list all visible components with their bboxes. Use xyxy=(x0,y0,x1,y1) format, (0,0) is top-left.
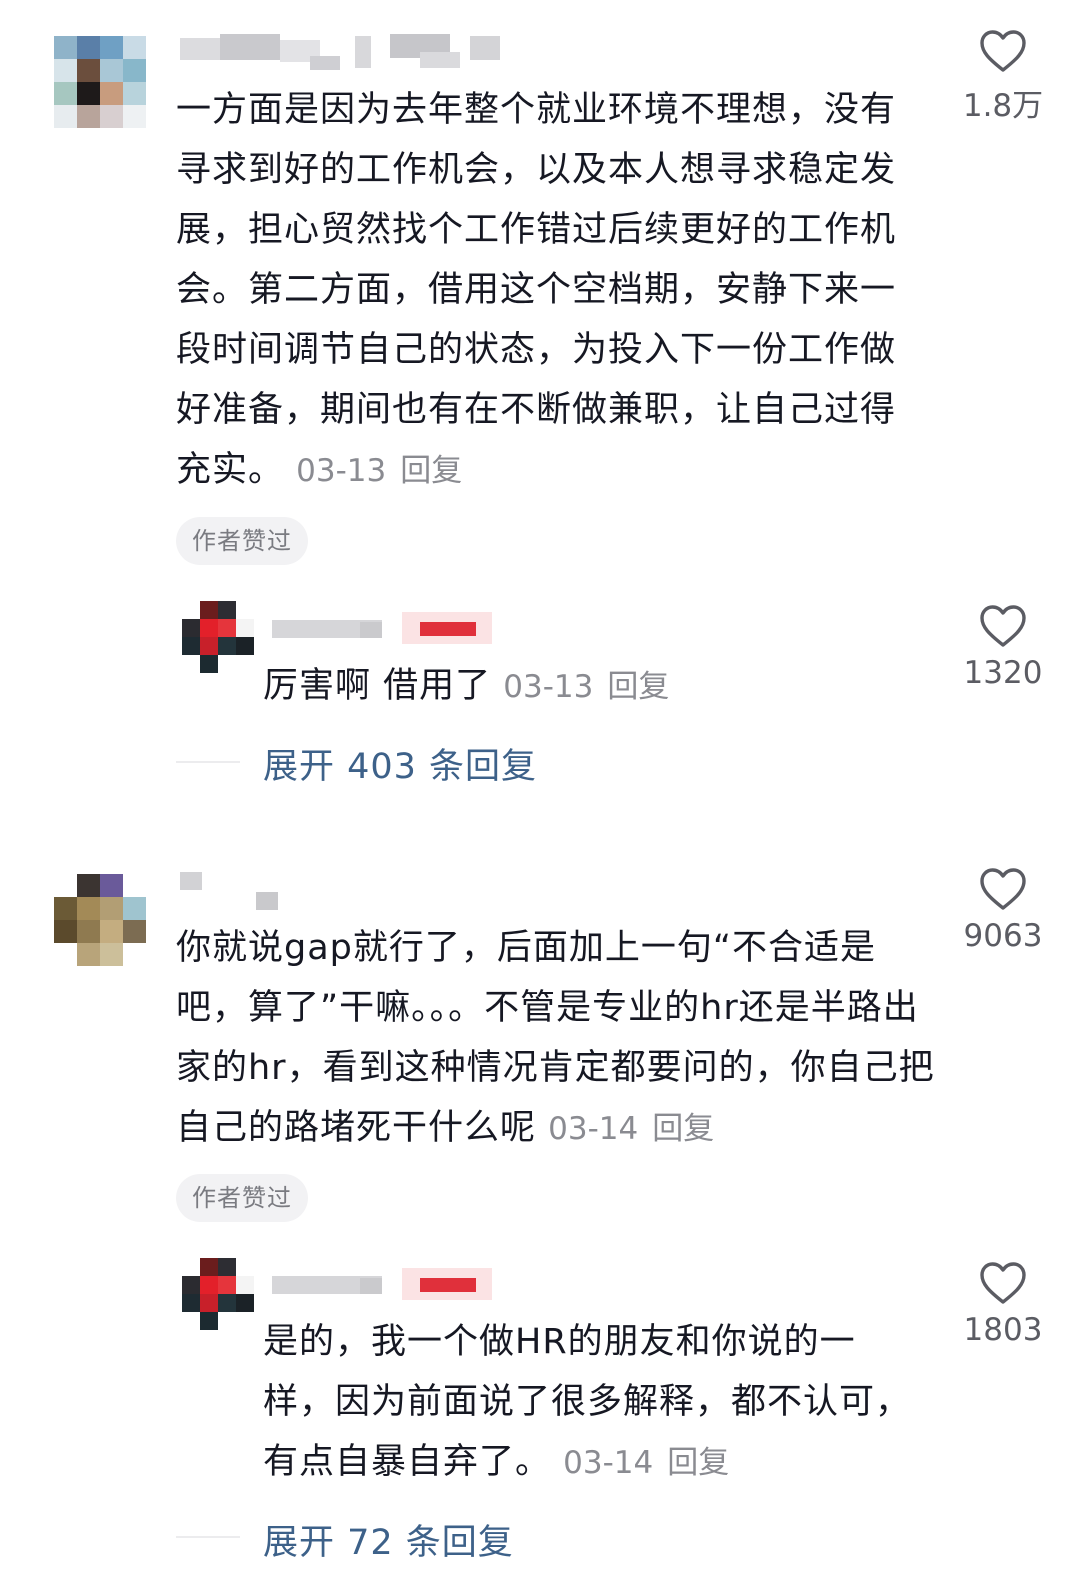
comment-text: 你就说gap就行了，后面加上一句“不合适是吧，算了”干嘛。。。不管是专业的hr还… xyxy=(176,918,936,1159)
avatar[interactable] xyxy=(182,601,254,673)
like-count: 1320 xyxy=(963,655,1043,691)
like-count: 1803 xyxy=(963,1312,1043,1348)
reply-button[interactable]: 回复 xyxy=(400,453,462,489)
like-count: 9063 xyxy=(963,918,1043,954)
comment-date: 03-13 xyxy=(296,453,387,489)
reply-date: 03-14 xyxy=(563,1445,654,1481)
comment-body: 一方面是因为去年整个就业环境不理想，没有寻求到好的工作机会，以及本人想寻求稳定发… xyxy=(176,90,897,490)
expand-replies-button[interactable]: 展开 72 条回复 xyxy=(263,1514,514,1565)
username[interactable] xyxy=(272,612,492,648)
like-button[interactable]: 1.8万 xyxy=(953,28,1053,125)
like-button[interactable]: 1803 xyxy=(953,1260,1053,1348)
heart-outline-icon xyxy=(980,868,1026,910)
divider xyxy=(176,1536,240,1538)
avatar[interactable] xyxy=(182,1258,254,1330)
author-liked-badge: 作者赞过 xyxy=(176,517,308,565)
avatar[interactable] xyxy=(54,36,146,128)
reply-button[interactable]: 回复 xyxy=(607,669,669,705)
username[interactable] xyxy=(180,34,500,70)
reply-text: 厉害啊 借用了 03-13 回复 xyxy=(263,656,903,717)
author-liked-badge: 作者赞过 xyxy=(176,1174,308,1222)
like-button[interactable]: 9063 xyxy=(953,866,1053,954)
heart-outline-icon xyxy=(980,30,1026,72)
comment-date: 03-14 xyxy=(548,1111,639,1147)
reply-button[interactable]: 回复 xyxy=(652,1111,714,1147)
divider xyxy=(176,761,240,763)
username[interactable] xyxy=(180,872,280,910)
expand-replies-button[interactable]: 展开 403 条回复 xyxy=(263,738,537,789)
username[interactable] xyxy=(272,1268,492,1304)
reply-text: 是的，我一个做HR的朋友和你说的一样，因为前面说了很多解释，都不认可，有点自暴自… xyxy=(263,1312,913,1493)
avatar[interactable] xyxy=(54,874,146,966)
reply-button[interactable]: 回复 xyxy=(667,1445,729,1481)
heart-outline-icon xyxy=(980,1262,1026,1304)
comment-text: 一方面是因为去年整个就业环境不理想，没有寻求到好的工作机会，以及本人想寻求稳定发… xyxy=(176,80,900,501)
heart-outline-icon xyxy=(980,605,1026,647)
like-button[interactable]: 1320 xyxy=(953,603,1053,691)
reply-date: 03-13 xyxy=(503,669,594,705)
reply-body: 厉害啊 借用了 xyxy=(263,666,492,706)
like-count: 1.8万 xyxy=(962,88,1044,124)
